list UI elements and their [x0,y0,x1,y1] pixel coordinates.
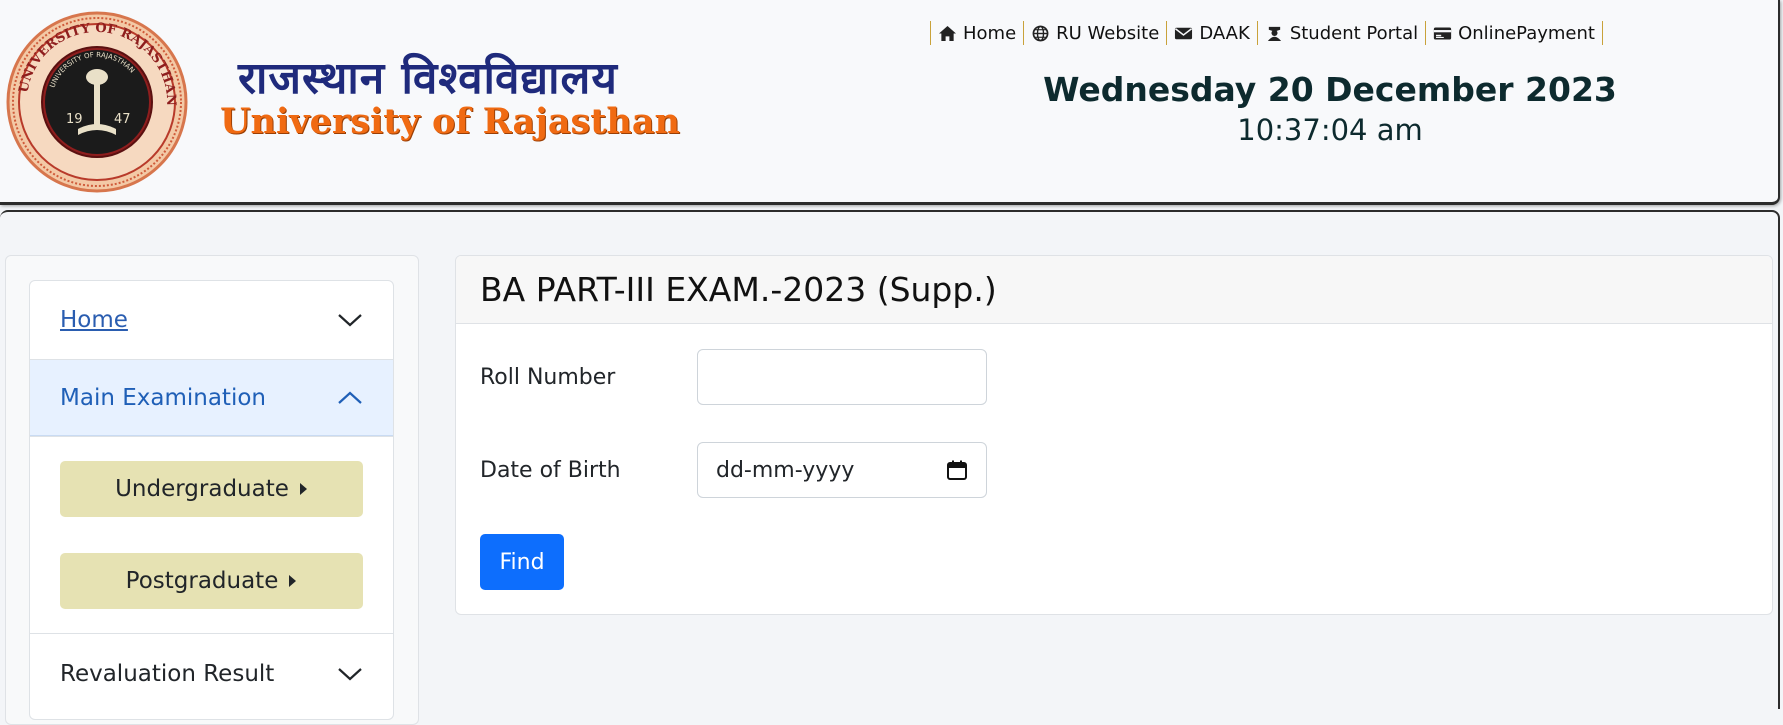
accordion-revaluation-label: Revaluation Result [60,660,275,687]
main-examination-panel: Undergraduate Postgraduate [30,437,393,634]
exam-card-header: BA PART-III EXAM.-2023 (Supp.) [456,256,1772,324]
nav-link-label: DAAK [1199,22,1250,44]
accordion-main-examination-label: Main Examination [60,385,266,411]
current-time: 10:37:04 am [1237,113,1423,147]
globe-icon [1032,25,1049,41]
current-date: Wednesday 20 December 2023 [1043,70,1617,109]
site-header: UNIVERSITY OF RAJASTHAN UNIVERSITY OF RA… [0,0,1780,205]
envelope-icon [1175,27,1193,39]
caret-right-icon [299,483,307,495]
nav-separator [1601,21,1603,45]
chevron-up-icon [338,391,362,404]
postgraduate-button[interactable]: Postgraduate [60,553,363,609]
undergraduate-label: Undergraduate [115,476,289,502]
accordion-home[interactable]: Home [30,281,393,360]
exam-result-card: BA PART-III EXAM.-2023 (Supp.) Roll Numb… [455,255,1773,615]
find-button[interactable]: Find [480,534,564,590]
seal-year-left: 19 [66,112,83,127]
top-navigation: Home RU Website DAAK Student Portal Onli… [930,20,1603,46]
nav-link-ru-website[interactable]: RU Website [1024,23,1166,44]
caret-right-icon [289,575,297,587]
nav-link-label: Home [963,22,1017,44]
roll-number-input[interactable] [697,349,987,405]
chevron-down-icon [338,314,362,327]
date-of-birth-placeholder: dd-mm-yyyy [716,457,855,483]
credit-card-icon [1433,26,1452,40]
chevron-down-icon [338,667,362,680]
nav-link-label: OnlinePayment [1458,22,1595,44]
nav-link-home[interactable]: Home [931,23,1023,44]
university-seal-logo[interactable]: UNIVERSITY OF RAJASTHAN UNIVERSITY OF RA… [6,11,188,193]
calendar-icon[interactable] [946,459,968,481]
brand-name-english: University of Rajasthan [220,101,680,142]
date-of-birth-label: Date of Birth [480,458,621,483]
exam-title: BA PART-III EXAM.-2023 (Supp.) [480,270,997,309]
nav-link-online-payment[interactable]: OnlinePayment [1426,23,1602,44]
postgraduate-label: Postgraduate [125,568,279,594]
accordion-main-examination[interactable]: Main Examination [30,360,393,437]
home-icon [939,25,956,41]
seal-year-right: 47 [114,112,131,127]
student-icon [1267,26,1281,41]
date-of-birth-input[interactable]: dd-mm-yyyy [697,442,987,498]
undergraduate-button[interactable]: Undergraduate [60,461,363,517]
roll-number-label: Roll Number [480,365,616,390]
nav-link-student-portal[interactable]: Student Portal [1258,23,1425,44]
nav-link-label: RU Website [1056,22,1160,44]
accordion-revaluation-result[interactable]: Revaluation Result [30,634,393,713]
nav-link-label: Student Portal [1289,22,1419,44]
accordion-home-label: Home [60,307,128,333]
sidebar-accordion: Home Main Examination Undergraduate Post… [29,280,394,720]
brand-name-hindi: राजस्थान विश्वविद्यालय [238,53,618,104]
nav-link-daak[interactable]: DAAK [1167,23,1256,44]
